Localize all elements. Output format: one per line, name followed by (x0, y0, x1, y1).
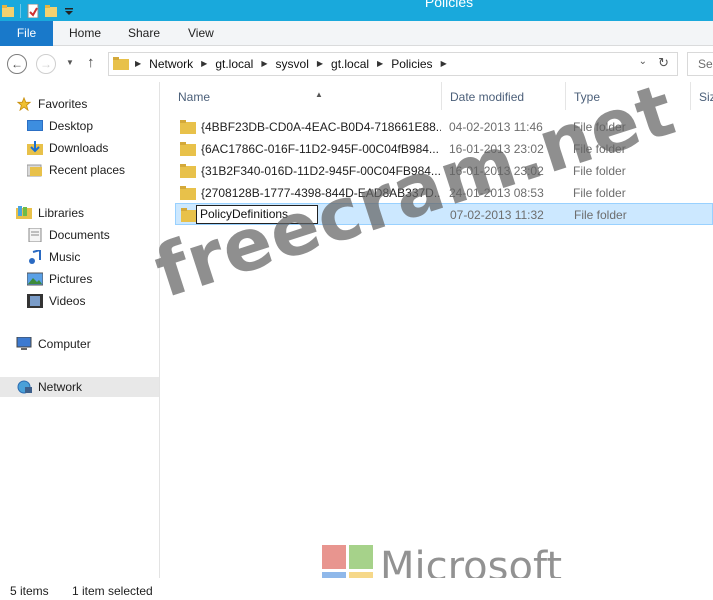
nav-network[interactable]: Network (0, 377, 159, 397)
arrow-right-icon: → (40, 57, 52, 71)
nav-label: Computer (38, 337, 91, 351)
column-header-size[interactable]: Size (691, 82, 713, 110)
chevron-right-icon[interactable]: ▶ (441, 53, 447, 75)
documents-icon (28, 228, 42, 242)
folder-icon (180, 164, 196, 178)
search-input[interactable]: Sea (687, 52, 713, 76)
breadcrumb-network[interactable]: Network (149, 53, 193, 75)
libraries-icon (16, 206, 32, 219)
file-type: File folder (573, 186, 626, 200)
back-button[interactable]: ← (7, 54, 27, 74)
file-type: File folder (574, 208, 627, 222)
nav-recent-places[interactable]: Recent places (27, 160, 125, 180)
breadcrumb-gt-local-2[interactable]: gt.local (331, 53, 369, 75)
nav-label: Recent places (49, 163, 126, 177)
pictures-icon (27, 272, 43, 286)
downloads-icon (27, 141, 43, 155)
nav-favorites[interactable]: Favorites (16, 94, 87, 114)
star-icon (16, 97, 32, 111)
forward-button[interactable]: → (36, 54, 56, 74)
nav-label: Favorites (38, 97, 88, 111)
navigation-bar: ← → ▼ ↑ ▶ Network ▶ gt.local ▶ sysvol ▶ … (0, 46, 713, 82)
nav-label: Documents (49, 228, 110, 242)
tab-share[interactable]: Share (128, 21, 160, 46)
recent-places-icon (27, 164, 42, 177)
sort-ascending-icon: ▲ (315, 90, 323, 99)
nav-videos[interactable]: Videos (27, 291, 85, 311)
nav-documents[interactable]: Documents (27, 225, 110, 245)
status-bar: 5 items 1 item selected (0, 578, 713, 600)
nav-computer[interactable]: Computer (16, 334, 91, 354)
chevron-right-icon[interactable]: ▶ (377, 53, 383, 75)
nav-label: Pictures (49, 272, 93, 286)
nav-desktop[interactable]: Desktop (27, 116, 93, 136)
chevron-right-icon[interactable]: ▶ (317, 53, 323, 75)
navigation-pane: Favorites Desktop Downloads Recent place… (0, 82, 160, 578)
music-icon (29, 250, 41, 264)
tab-file[interactable]: File (0, 21, 53, 46)
folder-icon (180, 186, 196, 200)
up-button[interactable]: ↑ (87, 54, 95, 71)
breadcrumb-sysvol[interactable]: sysvol (276, 53, 309, 75)
ribbon: File Home Share View (0, 21, 713, 46)
arrow-left-icon: ← (11, 57, 23, 71)
item-count: 5 items (10, 584, 49, 598)
chevron-down-icon: ▼ (66, 58, 74, 67)
breadcrumb: ▶ Network ▶ gt.local ▶ sysvol ▶ gt.local… (133, 53, 455, 75)
nav-downloads[interactable]: Downloads (27, 138, 108, 158)
title-bar: Policies (0, 0, 713, 21)
folder-icon (180, 120, 196, 134)
column-header-name[interactable]: Name ▲ (170, 82, 442, 110)
chevron-right-icon[interactable]: ▶ (135, 53, 141, 75)
address-dropdown-icon[interactable]: ⌄ (639, 56, 647, 67)
chevron-right-icon[interactable]: ▶ (261, 53, 267, 75)
column-label: Name (178, 90, 211, 104)
nav-label: Desktop (49, 119, 94, 133)
nav-label: Libraries (38, 206, 85, 220)
selection-count: 1 item selected (72, 584, 153, 598)
column-label: Date modified (450, 90, 525, 104)
recent-locations-dropdown[interactable]: ▼ (66, 58, 74, 67)
nav-pictures[interactable]: Pictures (27, 269, 92, 289)
chevron-right-icon[interactable]: ▶ (201, 53, 207, 75)
tab-home[interactable]: Home (69, 21, 101, 46)
refresh-icon[interactable]: ↻ (658, 55, 669, 71)
breadcrumb-gt-local[interactable]: gt.local (215, 53, 253, 75)
folder-icon (180, 142, 196, 156)
column-label: Size (699, 90, 713, 104)
tab-view[interactable]: View (188, 21, 214, 46)
nav-label: Downloads (49, 141, 109, 155)
window-title: Policies (424, 0, 474, 10)
breadcrumb-policies[interactable]: Policies (391, 53, 432, 75)
nav-libraries[interactable]: Libraries (16, 203, 84, 223)
nav-label: Network (38, 380, 83, 394)
nav-label: Videos (49, 294, 86, 308)
arrow-up-icon: ↑ (87, 54, 95, 71)
videos-icon (27, 294, 43, 308)
desktop-icon (27, 120, 43, 131)
folder-icon (113, 57, 129, 70)
nav-label: Music (49, 250, 81, 264)
nav-music[interactable]: Music (27, 247, 80, 267)
computer-icon (16, 337, 32, 350)
network-icon (17, 380, 32, 394)
address-bar[interactable]: ▶ Network ▶ gt.local ▶ sysvol ▶ gt.local… (108, 52, 678, 76)
file-name: {4BBF23DB-CD0A-4EAC-B0D4-718661E88... (201, 120, 441, 134)
